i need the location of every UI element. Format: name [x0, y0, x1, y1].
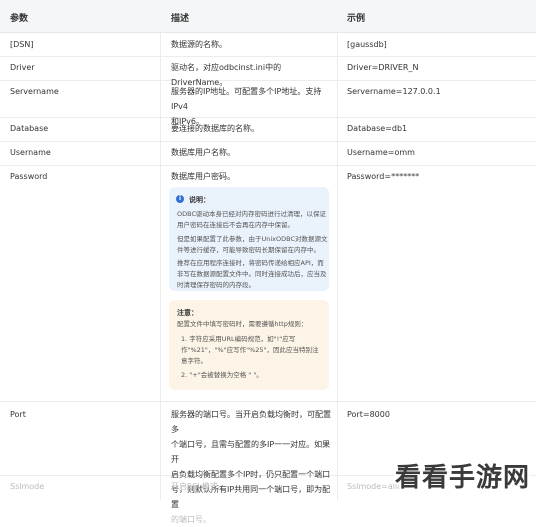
info-note: i 说明： ODBC驱动本身已经对内存密码进行过清理，以保证 用户密码在连接后不…: [169, 187, 329, 291]
param-cell: Database: [10, 124, 49, 133]
desc-line: 服务器的端口号。当开启负载均衡时，可配置多: [171, 410, 331, 434]
note-line: 作"%21"，"%"应写作"%25"，因此应当特别注: [181, 346, 319, 354]
param-cell: Servername: [10, 87, 59, 96]
table-row: Username 数据库用户名称。 Username=omm: [0, 141, 536, 166]
info-note-paragraph: 但是如果配置了此参数，由于UnixODBC对数据源文 件等进行缓存，可能导致密码…: [177, 234, 328, 256]
table-header: 参数 描述 示例: [0, 0, 536, 33]
example-cell: Servername=127.0.0.1: [347, 87, 441, 96]
desc-cell: 开启SSL模式。: [171, 482, 226, 491]
table-row: Database 要连接的数据库的名称。 Database=db1: [0, 117, 536, 142]
header-desc: 描述: [171, 14, 190, 24]
table-row: Servername 服务器的IP地址。可配置多个IP地址。支持IPv4 和IP…: [0, 80, 536, 126]
example-cell: Port=8000: [347, 410, 390, 419]
note-line: 件等进行缓存，可能导致密码长期保留在内存中。: [177, 246, 320, 254]
param-cell: [DSN]: [10, 40, 34, 49]
param-cell: Username: [10, 148, 51, 157]
note-line: 用户密码在连接后不会再在内存中保留。: [177, 221, 294, 229]
desc-cell: 数据源的名称。: [171, 40, 227, 49]
caution-note-title: 注意：: [177, 309, 198, 317]
param-cell: Port: [10, 410, 26, 419]
param-cell: Driver: [10, 63, 35, 72]
caution-note-item: 2. "+"会被替换为空格 " "。: [181, 371, 263, 379]
caution-note: 注意： 配置文件中填写密码时，需要遵循http规则： 1. 字符应采用URL编码…: [169, 300, 329, 390]
note-line: ODBC驱动本身已经对内存密码进行过清理，以保证: [177, 210, 327, 218]
header-param: 参数: [10, 14, 29, 24]
info-note-paragraph: 推荐在应用程序连接时，将密码传递给相应API，而 非写在数据源配置文件中。同时连…: [177, 258, 327, 291]
param-cell: Sslmode: [10, 482, 45, 491]
example-cell: Database=db1: [347, 124, 408, 133]
info-note-paragraph: ODBC驱动本身已经对内存密码进行过清理，以保证 用户密码在连接后不会再在内存中…: [177, 209, 326, 231]
info-note-title: 说明：: [189, 196, 210, 204]
table-row: Driver 驱动名，对应odbcinst.ini中的DriverName。 D…: [0, 56, 536, 87]
desc-cell: 数据库用户密码。: [171, 172, 235, 181]
param-cell: Password: [10, 172, 48, 181]
caution-note-item: 1. 字符应采用URL编码规范，如"!"应写 作"%21"，"%"应写作"%25…: [181, 334, 319, 367]
note-line: 1. 字符应采用URL编码规范，如"!"应写: [181, 335, 296, 343]
example-cell: Driver=DRIVER_N: [347, 63, 419, 72]
note-line: 非写在数据源配置文件中。同时连接成功后，应当及: [177, 270, 327, 278]
desc-line: 个端口号，且需与配置的多IP一一对应。如果开: [171, 440, 331, 464]
header-example: 示例: [347, 14, 366, 24]
table-row: Password 数据库用户密码。 Password=******* i 说明：…: [0, 165, 536, 402]
desc-cell: 要连接的数据库的名称。: [171, 124, 259, 133]
example-cell: Password=*******: [347, 172, 420, 181]
info-icon: i: [176, 195, 184, 203]
example-cell: Username=omm: [347, 148, 415, 157]
desc-cell: 服务器的端口号。当开启负载均衡时，可配置多 个端口号，且需与配置的多IP一一对应…: [171, 407, 331, 527]
caution-note-intro: 配置文件中填写密码时，需要遵循http规则：: [177, 320, 308, 328]
note-line: 时清理保存密码的内存段。: [177, 281, 255, 289]
table-row: [DSN] 数据源的名称。 [gaussdb]: [0, 32, 536, 57]
desc-cell: 数据库用户名称。: [171, 148, 235, 157]
site-watermark: 看看手游网: [394, 463, 530, 493]
desc-line: 服务器的IP地址。可配置多个IP地址。支持IPv4: [171, 87, 322, 111]
note-line: 意字符。: [181, 357, 207, 365]
note-line: 推荐在应用程序连接时，将密码传递给相应API，而: [177, 259, 324, 267]
example-cell: [gaussdb]: [347, 40, 387, 49]
desc-line: 的端口号。: [171, 515, 211, 524]
note-line: 但是如果配置了此参数，由于UnixODBC对数据源文: [177, 235, 328, 243]
